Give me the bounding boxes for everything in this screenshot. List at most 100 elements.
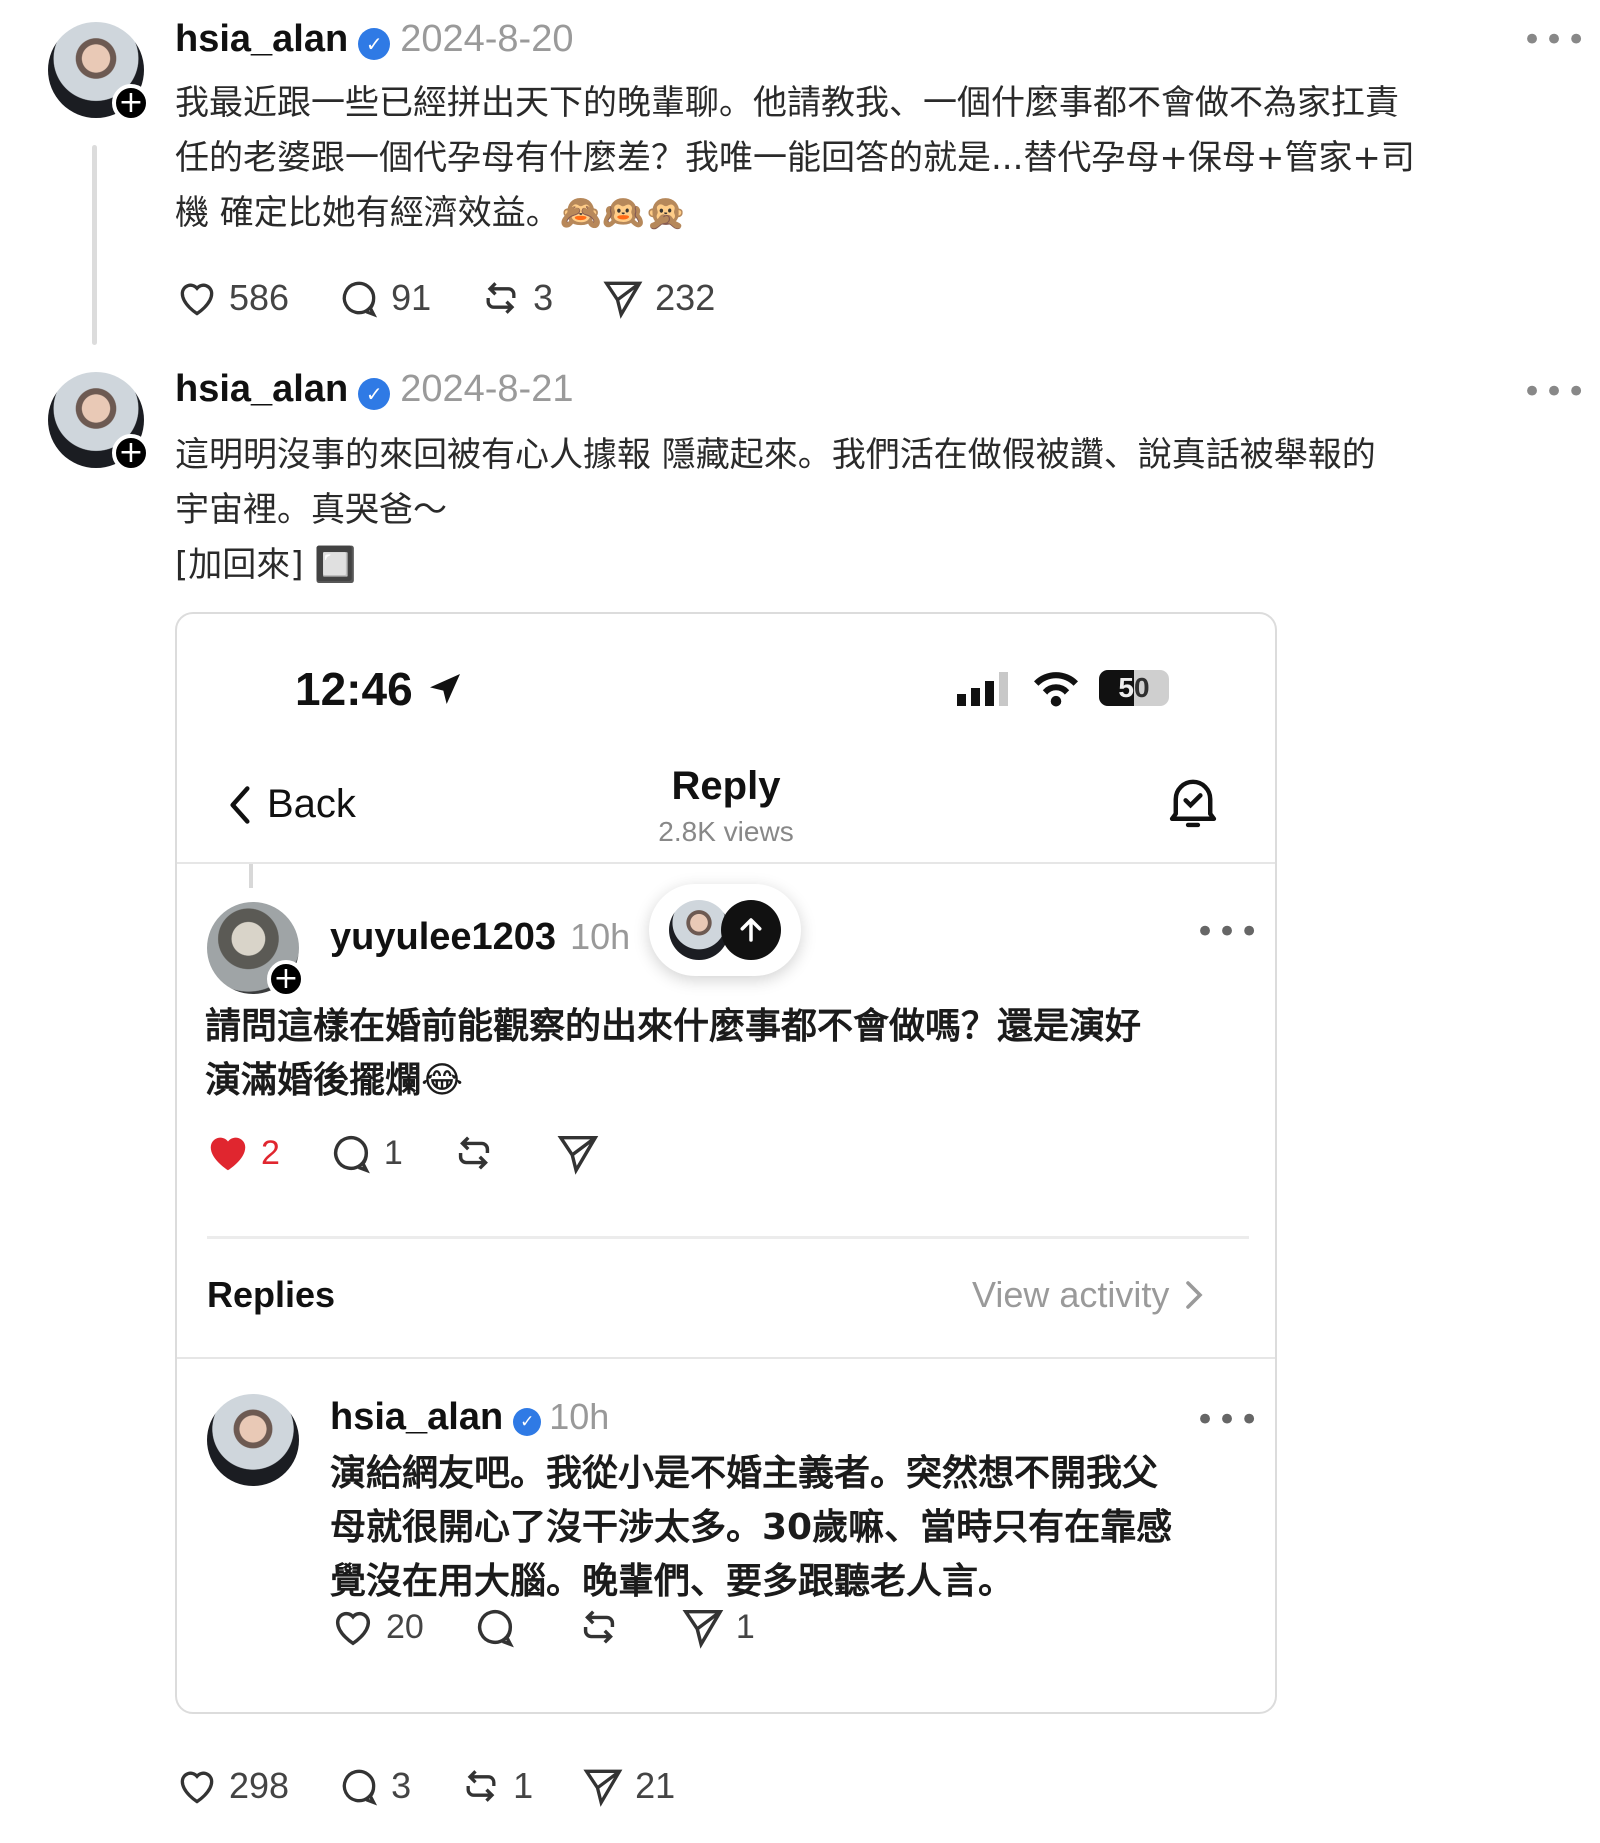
scroll-to-top-pill[interactable] [649,884,801,976]
reply-comment-button[interactable] [472,1604,528,1650]
reply-username[interactable]: hsia_alan [330,1396,503,1438]
comment-like-button[interactable]: 2 [205,1130,280,1176]
post2-share-count: 21 [635,1765,676,1806]
post1-date[interactable]: 2024-8-20 [400,18,573,60]
repost-icon [486,282,516,314]
post1-repost-count: 3 [533,277,554,318]
reply-more-options-icon[interactable]: ••• [1195,1400,1261,1440]
post1-header: hsia_alan ✓ 2024-8-20 [175,18,573,63]
location-arrow-icon [430,674,461,704]
screen-title: Reply [671,764,781,808]
post1-text-line: 我最近跟一些已經拼出天下的晚輩聊。他請教我、一個什麼事都不會做不為家扛責 [175,83,1399,123]
post2-repost-count: 1 [513,1765,534,1806]
chevron-right-icon [1186,1281,1203,1309]
avatar [669,900,729,960]
comment-actions: 2 1 [205,1130,659,1176]
post1-comment-button[interactable]: 91 [337,276,431,320]
heart-icon [180,1771,214,1804]
status-icons: 50 [955,666,1169,710]
send-icon [682,1609,724,1649]
comment-reply-button[interactable]: 1 [328,1130,403,1176]
comment-username[interactable]: yuyulee1203 [330,916,556,958]
reply-share-count: 1 [735,1607,755,1646]
post2-avatar[interactable]: + [48,372,150,472]
comment-like-count: 2 [261,1133,280,1172]
comment-share-button[interactable] [555,1130,611,1176]
bell-check-icon [1169,779,1217,828]
post2-share-button[interactable]: 21 [581,1764,675,1808]
wifi-icon [1034,672,1078,707]
follow-plus-icon[interactable]: + [112,84,150,122]
post2-text: 這明明沒事的來回被有心人據報 隱藏起來。我們活在做假被讚、說真話被舉報的 宇宙裡… [175,428,1376,593]
views-count: 2.8K views [658,816,794,847]
heart-icon [335,1611,371,1646]
post2-header: hsia_alan ✓ 2024-8-21 [175,368,573,413]
reply-share-button[interactable]: 1 [680,1604,755,1650]
send-icon [603,281,643,319]
comment-bubble-icon [477,1609,514,1648]
reply-actions: 20 1 [330,1604,803,1650]
post2-actions: 298 3 1 21 [175,1764,723,1808]
reply-time: 10h [549,1396,610,1437]
post2-text-line: 宇宙裡。真哭爸～ [175,490,447,530]
comment-text: 請問這樣在婚前能觀察的出來什麼事都不會做嗎？還是演好 演滿婚後擺爛😂 [205,1000,1141,1108]
post2-username[interactable]: hsia_alan [175,368,348,410]
post1-share-button[interactable]: 232 [601,276,715,320]
reply-header: hsia_alan ✓ 10h [330,1396,609,1439]
commenter-avatar[interactable]: + [207,902,305,998]
comment-repost-button[interactable] [451,1130,507,1176]
thread-stub-line [249,864,253,888]
reply-avatar[interactable] [207,1394,299,1486]
post2-date[interactable]: 2024-8-21 [400,368,573,410]
post1-like-button[interactable]: 586 [175,276,289,320]
post2-more-options-icon[interactable]: ••• [1522,372,1588,412]
comment-more-options-icon[interactable]: ••• [1195,912,1261,952]
notification-bell-button[interactable] [1163,772,1223,840]
reply-text-line: 母就很開心了沒干涉太多。30歲嘛、當時只有在靠感 [330,1507,1173,1548]
post2-text-line: 這明明沒事的來回被有心人據報 隱藏起來。我們活在做假被讚、說真話被舉報的 [175,435,1376,475]
send-icon [557,1135,599,1175]
post2-like-button[interactable]: 298 [175,1764,289,1808]
verified-badge-icon: ✓ [358,27,391,60]
reply-text: 演給網友吧。我從小是不婚主義者。突然想不開我父 母就很開心了沒干涉太多。30歲嘛… [330,1447,1172,1609]
heart-icon [180,283,214,316]
heart-filled-icon [210,1137,246,1171]
post1-repost-button[interactable]: 3 [479,276,553,320]
post1-like-count: 586 [229,277,290,318]
replies-divider [177,1357,1275,1359]
status-time-text: 12:46 [295,663,413,715]
repost-icon [583,1610,614,1644]
post1-comment-count: 91 [391,277,432,318]
post2-repost-button[interactable]: 1 [459,1764,533,1808]
post1-share-count: 232 [655,277,716,318]
status-time: 12:46 [295,662,465,716]
comment-bubble-icon [342,1769,378,1806]
battery-icon: 50 [1099,670,1169,706]
post1-text: 我最近跟一些已經拼出天下的晚輩聊。他請教我、一個什麼事都不會做不為家扛責 任的老… [175,76,1415,241]
embedded-screenshot-card[interactable]: 12:46 50 Back Reply 2.8K views + yuyulee… [175,612,1277,1714]
post2-text-line: [加回來] 🔲 [175,545,357,585]
repost-icon [466,1770,496,1802]
follow-plus-icon[interactable]: + [267,960,305,998]
nav-divider [177,862,1275,864]
replies-header: Replies [207,1274,336,1315]
reply-text-line: 演給網友吧。我從小是不婚主義者。突然想不開我父 [330,1453,1159,1494]
reply-like-button[interactable]: 20 [330,1604,424,1650]
post2-comment-button[interactable]: 3 [337,1764,411,1808]
post1-actions: 586 91 3 232 [175,276,763,320]
post2-like-count: 298 [229,1765,290,1806]
reply-text-line: 覺沒在用大腦。晚輩們、要多跟聽老人言。 [330,1561,1015,1602]
follow-plus-icon[interactable]: + [112,434,150,472]
verified-badge-icon: ✓ [513,1407,542,1436]
view-activity-label: View activity [972,1274,1170,1315]
section-divider [207,1236,1249,1239]
post1-username[interactable]: hsia_alan [175,18,348,60]
post1-avatar[interactable]: + [48,22,150,122]
view-activity-link[interactable]: View activity [972,1274,1207,1316]
avatar [207,1394,299,1486]
battery-level: 50 [1118,672,1150,703]
thread-connector-line [92,145,97,345]
comment-reply-count: 1 [383,1133,403,1172]
reply-repost-button[interactable] [576,1604,632,1650]
post1-more-options-icon[interactable]: ••• [1522,20,1588,60]
